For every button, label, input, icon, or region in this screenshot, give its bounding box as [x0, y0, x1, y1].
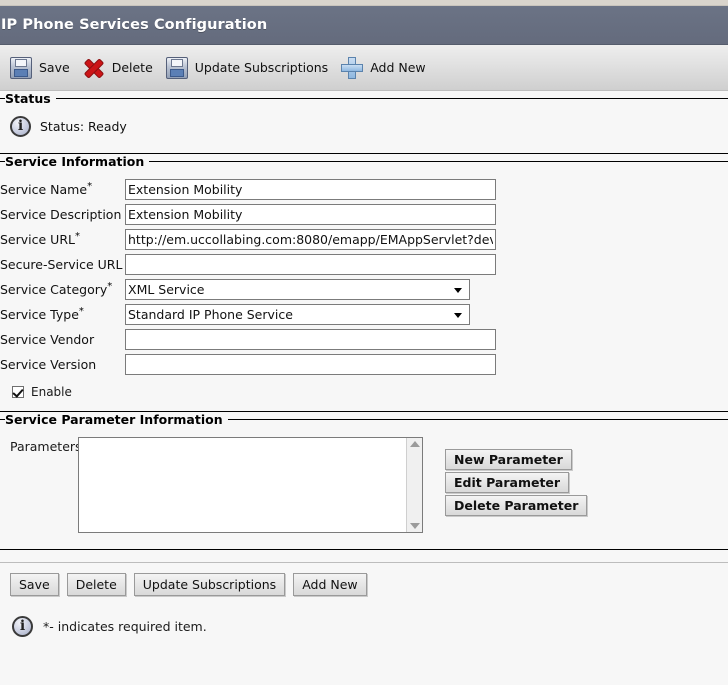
service-url-input[interactable]	[125, 229, 496, 250]
toolbar: Save Delete Update Subscriptions Add New	[0, 45, 728, 91]
required-item-note-text: *- indicates required item.	[43, 619, 207, 634]
status-row: Status: Ready	[0, 110, 728, 143]
service-information-body: Service Name* Service Description Servic…	[0, 169, 728, 411]
toolbar-update-subscriptions-label: Update Subscriptions	[194, 60, 329, 75]
toolbar-save-label: Save	[39, 60, 70, 75]
toolbar-update-subscriptions-button[interactable]: Update Subscriptions	[162, 55, 337, 81]
form-row-service-name: Service Name*	[0, 177, 496, 202]
label-service-version: Service Version	[0, 357, 97, 372]
service-information-legend: Service Information	[5, 154, 145, 169]
page-content: Status Status: Ready Service Information…	[0, 91, 728, 637]
page-title: IP Phone Services Configuration	[1, 17, 268, 33]
label-service-category-text: Service Category	[0, 282, 108, 298]
toolbar-delete-button[interactable]: Delete	[79, 55, 162, 81]
toolbar-add-new-label: Add New	[370, 60, 426, 75]
bottom-save-button[interactable]: Save	[10, 573, 59, 596]
service-version-input[interactable]	[125, 354, 496, 375]
bottom-delete-button[interactable]: Delete	[66, 573, 126, 596]
status-section-body: Status: Ready	[0, 106, 728, 153]
label-service-name-text: Service Name	[0, 182, 88, 198]
toolbar-save-button[interactable]: Save	[6, 55, 79, 81]
edit-parameter-button[interactable]: Edit Parameter	[445, 472, 570, 493]
status-section-legend: Status	[5, 91, 51, 106]
form-row-service-vendor: Service Vendor	[0, 327, 496, 352]
secure-service-url-input[interactable]	[125, 254, 496, 275]
parameters-label: Parameters	[10, 439, 82, 454]
required-asterisk: *	[78, 306, 84, 318]
save-icon	[165, 56, 188, 79]
service-vendor-input[interactable]	[125, 329, 496, 350]
label-service-category: Service Category*	[0, 277, 125, 302]
form-row-service-description: Service Description	[0, 202, 496, 227]
required-asterisk: *	[107, 281, 113, 293]
label-service-url-text: Service URL	[0, 232, 75, 248]
scroll-up-arrow-icon[interactable]	[409, 441, 420, 447]
required-asterisk: *	[74, 231, 80, 243]
form-row-secure-service-url: Secure-Service URL	[0, 252, 496, 277]
service-type-select-wrapper: Standard IP Phone Service	[125, 304, 470, 325]
title-bar: IP Phone Services Configuration	[0, 6, 728, 45]
service-parameter-information-body: Parameters New Parameter Edit Parameter …	[0, 427, 728, 549]
enable-checkbox[interactable]	[12, 386, 24, 398]
label-service-name: Service Name*	[0, 177, 125, 202]
bottom-button-bar: Save Delete Update Subscriptions Add New	[0, 562, 728, 604]
form-row-service-url: Service URL*	[0, 227, 496, 252]
service-information-form: Service Name* Service Description Servic…	[0, 177, 496, 377]
status-text: Status: Ready	[40, 119, 127, 134]
label-service-type: Service Type*	[0, 302, 125, 327]
service-parameter-information-section: Service Parameter Information Parameters…	[0, 412, 728, 550]
service-name-input[interactable]	[125, 179, 496, 200]
plus-icon	[341, 56, 364, 79]
service-category-select-wrapper: XML Service	[125, 279, 470, 300]
label-service-type-text: Service Type	[0, 307, 79, 323]
required-asterisk: *	[87, 181, 93, 193]
delete-x-icon	[83, 57, 105, 79]
new-parameter-button[interactable]: New Parameter	[445, 449, 572, 470]
parameter-buttons: New Parameter Edit Parameter Delete Para…	[445, 449, 588, 516]
form-row-service-version: Service Version	[0, 352, 496, 377]
status-section: Status Status: Ready	[0, 91, 728, 154]
info-icon	[12, 616, 33, 637]
service-description-input[interactable]	[125, 204, 496, 225]
bottom-update-subscriptions-button[interactable]: Update Subscriptions	[133, 573, 286, 596]
delete-parameter-button[interactable]: Delete Parameter	[445, 495, 588, 516]
enable-checkbox-row[interactable]: Enable	[0, 377, 728, 401]
service-type-select[interactable]: Standard IP Phone Service	[125, 304, 470, 325]
label-service-description: Service Description	[0, 207, 122, 222]
parameters-area: Parameters New Parameter Edit Parameter …	[0, 431, 728, 539]
service-information-section: Service Information Service Name* Servic…	[0, 154, 728, 412]
label-service-url: Service URL*	[0, 227, 125, 252]
save-icon	[10, 56, 32, 79]
form-row-service-type: Service Type* Standard IP Phone Service	[0, 302, 496, 327]
parameters-listbox-items[interactable]	[79, 438, 406, 532]
enable-checkbox-label: Enable	[31, 385, 72, 399]
service-category-select[interactable]: XML Service	[125, 279, 470, 300]
info-icon	[10, 116, 31, 137]
bottom-add-new-button[interactable]: Add New	[293, 573, 367, 596]
parameters-scrollbar[interactable]	[406, 438, 422, 532]
label-service-vendor: Service Vendor	[0, 332, 95, 347]
service-parameter-information-legend: Service Parameter Information	[5, 412, 223, 427]
label-secure-service-url: Secure-Service URL	[0, 257, 123, 272]
parameters-listbox[interactable]	[78, 437, 423, 533]
toolbar-delete-label: Delete	[111, 60, 153, 75]
required-item-note: *- indicates required item.	[0, 604, 728, 637]
toolbar-add-new-button[interactable]: Add New	[337, 55, 434, 81]
scroll-down-arrow-icon[interactable]	[409, 523, 420, 529]
form-row-service-category: Service Category* XML Service	[0, 277, 496, 302]
